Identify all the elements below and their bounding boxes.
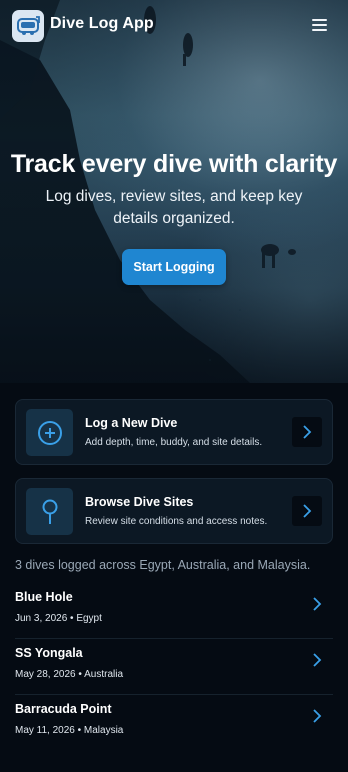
- browse-dive-sites-card[interactable]: Browse Dive Sites Review site conditions…: [15, 478, 333, 544]
- map-pin-icon: [26, 488, 73, 535]
- dive-list-item[interactable]: Barracuda Point May 11, 2026 • Malaysia: [15, 696, 333, 751]
- dive-list-item[interactable]: Blue Hole Jun 3, 2026 • Egypt: [15, 584, 333, 639]
- dive-meta: May 11, 2026 • Malaysia: [15, 725, 124, 736]
- start-logging-button[interactable]: Start Logging: [122, 249, 226, 285]
- card-title: Browse Dive Sites: [85, 495, 194, 509]
- chevron-right-icon: [313, 653, 322, 667]
- card-description: Review site conditions and access notes.: [85, 516, 268, 527]
- hamburger-menu-icon[interactable]: [308, 16, 330, 36]
- dive-summary-text: 3 dives logged across Egypt, Australia, …: [15, 558, 311, 572]
- chevron-right-icon[interactable]: [292, 496, 322, 526]
- dive-meta: May 28, 2026 • Australia: [15, 669, 124, 680]
- plus-circle-icon: [26, 409, 73, 456]
- hero-subtitle: Log dives, review sites, and keep key de…: [45, 188, 303, 227]
- log-new-dive-card[interactable]: Log a New Dive Add depth, time, buddy, a…: [15, 399, 333, 465]
- hero-section: Dive Log App Track every dive with clari…: [0, 0, 348, 383]
- chevron-right-icon: [313, 709, 322, 723]
- card-title: Log a New Dive: [85, 416, 178, 430]
- dive-name: SS Yongala: [15, 646, 83, 660]
- chevron-right-icon[interactable]: [292, 417, 322, 447]
- dive-meta: Jun 3, 2026 • Egypt: [15, 613, 102, 624]
- dive-logo-icon[interactable]: [12, 10, 44, 42]
- dive-name: Barracuda Point: [15, 702, 112, 716]
- hero-title: Track every dive with clarity: [10, 150, 338, 178]
- dive-list-item[interactable]: SS Yongala May 28, 2026 • Australia: [15, 640, 333, 695]
- chevron-right-icon: [313, 597, 322, 611]
- app-header: Dive Log App: [0, 0, 348, 52]
- app-title: Dive Log App: [50, 15, 154, 32]
- card-description: Add depth, time, buddy, and site details…: [85, 437, 263, 448]
- dive-name: Blue Hole: [15, 590, 73, 604]
